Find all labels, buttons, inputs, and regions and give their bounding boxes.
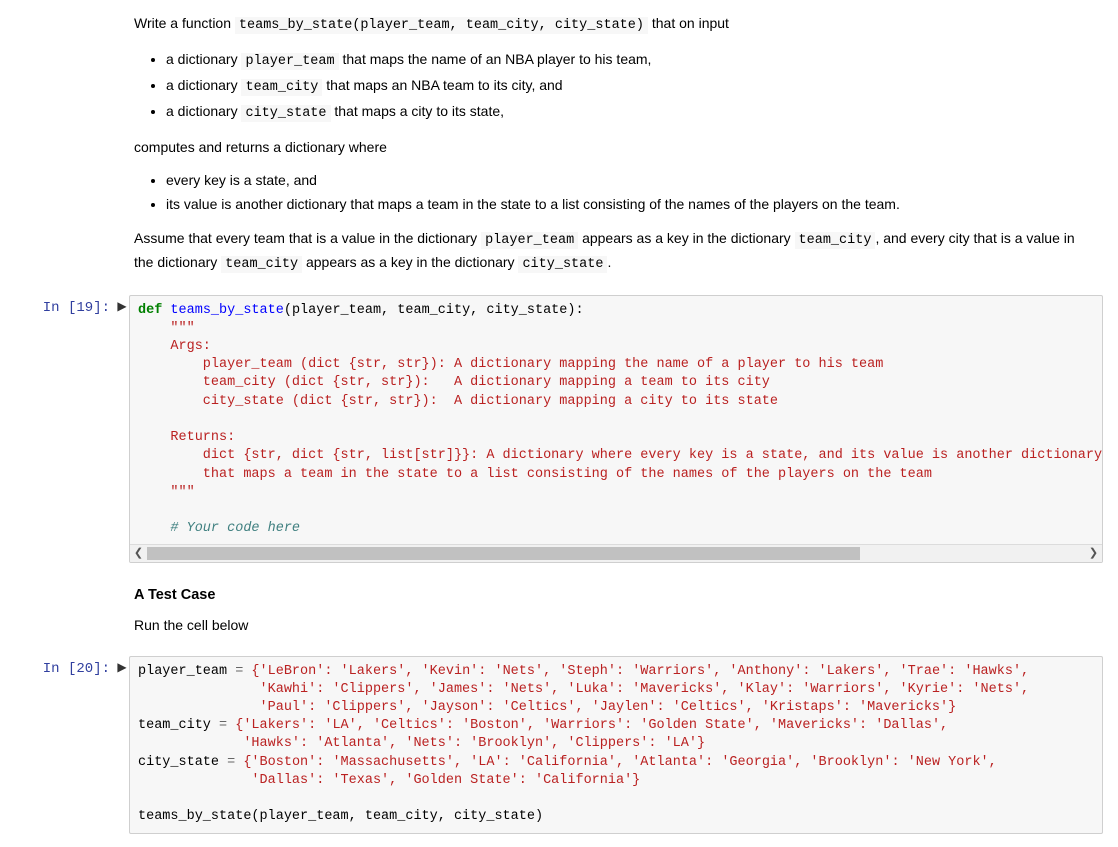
- output-list: every key is a state, and its value is a…: [134, 170, 1098, 215]
- docstring-line: team_city (dict {str, str}): A dictionar…: [138, 375, 770, 390]
- testcase-heading: A Test Case: [134, 584, 1098, 606]
- dict-literal: 'Kawhi': 'Clippers', 'James': 'Nets', 'L…: [138, 682, 1029, 697]
- list-item: its value is another dictionary that map…: [166, 194, 1098, 216]
- li-code: player_team: [241, 53, 338, 70]
- input-list: a dictionary player_team that maps the n…: [134, 49, 1098, 125]
- dict-literal: 'Dallas': 'Texas', 'Golden State': 'Cali…: [138, 773, 640, 788]
- markdown-cell-1: Write a function teams_by_state(player_t…: [15, 3, 1103, 290]
- list-item: a dictionary team_city that maps an NBA …: [166, 75, 1098, 99]
- scroll-thumb[interactable]: [147, 547, 860, 560]
- list-item: every key is a state, and: [166, 170, 1098, 192]
- empty-prompt: [15, 570, 115, 648]
- docstring-open: """: [138, 321, 195, 336]
- testcase-sub: Run the cell below: [134, 615, 1098, 637]
- var-name: team_city: [138, 718, 219, 733]
- p-code: team_city: [221, 256, 302, 273]
- dict-literal: 'Hawks': 'Atlanta', 'Nets': 'Brooklyn', …: [138, 736, 705, 751]
- var-name: city_state: [138, 755, 227, 770]
- p-text: Assume that every team that is a value i…: [134, 230, 481, 246]
- keyword-def: def: [138, 303, 162, 318]
- li-text: that maps a city to its state,: [331, 103, 505, 119]
- p-text: appears as a key in the dictionary: [302, 254, 518, 270]
- markdown-content-2: A Test Case Run the cell below: [129, 570, 1103, 648]
- code-cell-1: In [19]: ▶ def teams_by_state(player_tea…: [15, 293, 1103, 566]
- fn-name: teams_by_state: [170, 303, 283, 318]
- horizontal-scrollbar[interactable]: ❮ ❯: [130, 544, 1102, 562]
- dict-literal: {'Boston': 'Massachusetts', 'LA': 'Calif…: [235, 755, 997, 770]
- scroll-left-icon[interactable]: ❮: [130, 545, 147, 562]
- code-cell-2: In [20]: ▶ player_team = {'LeBron': 'Lak…: [15, 654, 1103, 836]
- list-item: a dictionary player_team that maps the n…: [166, 49, 1098, 73]
- dict-literal: 'Paul': 'Clippers', 'Jayson': 'Celtics',…: [138, 700, 956, 715]
- li-text: that maps the name of an NBA player to h…: [339, 51, 652, 67]
- docstring-line: dict {str, dict {str, list[str]}}: A dic…: [138, 448, 1102, 463]
- var-name: player_team: [138, 664, 235, 679]
- code-pre-2[interactable]: player_team = {'LeBron': 'Lakers', 'Kevi…: [130, 657, 1102, 833]
- computes-paragraph: computes and returns a dictionary where: [134, 137, 1098, 159]
- dict-literal: {'LeBron': 'Lakers', 'Kevin': 'Nets', 'S…: [243, 664, 1029, 679]
- markdown-cell-2: A Test Case Run the cell below: [15, 568, 1103, 650]
- intro-text-2: that on input: [648, 15, 729, 31]
- p-code: city_state: [518, 256, 607, 273]
- p-code: team_city: [795, 232, 876, 249]
- code-content-1[interactable]: def teams_by_state(player_team, team_cit…: [129, 295, 1103, 564]
- docstring-args: Args:: [138, 339, 211, 354]
- notebook-container: Write a function teams_by_state(player_t…: [0, 3, 1118, 847]
- scroll-track[interactable]: [147, 545, 1085, 562]
- dict-literal: {'Lakers': 'LA', 'Celtics': 'Boston', 'W…: [227, 718, 948, 733]
- fn-signature-inline: teams_by_state(player_team, team_city, c…: [235, 17, 648, 34]
- p-text: appears as a key in the dictionary: [578, 230, 794, 246]
- code-area-2[interactable]: player_team = {'LeBron': 'Lakers', 'Kevi…: [129, 656, 1103, 834]
- p-code: player_team: [481, 232, 578, 249]
- scroll-right-icon[interactable]: ❯: [1085, 545, 1102, 562]
- input-prompt: In [19]:: [15, 295, 115, 564]
- docstring-close: """: [138, 485, 195, 500]
- li-text: that maps an NBA team to its city, and: [322, 77, 562, 93]
- docstring-line: player_team (dict {str, str}): A diction…: [138, 357, 883, 372]
- sig-rest: (player_team, team_city, city_state):: [284, 303, 584, 318]
- intro-paragraph: Write a function teams_by_state(player_t…: [134, 13, 1098, 37]
- intro-text-1: Write a function: [134, 15, 235, 31]
- assume-paragraph: Assume that every team that is a value i…: [134, 228, 1098, 276]
- empty-indicator: [115, 570, 129, 648]
- list-item: a dictionary city_state that maps a city…: [166, 101, 1098, 125]
- li-code: city_state: [241, 105, 330, 122]
- run-indicator-icon[interactable]: ▶: [115, 295, 129, 564]
- li-text: a dictionary: [166, 77, 241, 93]
- code-pre-1[interactable]: def teams_by_state(player_team, team_cit…: [130, 296, 1102, 545]
- input-prompt: In [20]:: [15, 656, 115, 834]
- code-area-1[interactable]: def teams_by_state(player_team, team_cit…: [129, 295, 1103, 564]
- fn-call: teams_by_state(player_team, team_city, c…: [138, 809, 543, 824]
- code-content-2[interactable]: player_team = {'LeBron': 'Lakers', 'Kevi…: [129, 656, 1103, 834]
- docstring-returns: Returns:: [138, 430, 235, 445]
- run-indicator-icon[interactable]: ▶: [115, 656, 129, 834]
- li-code: team_city: [241, 79, 322, 96]
- docstring-line: city_state (dict {str, str}): A dictiona…: [138, 394, 778, 409]
- p-text: .: [607, 254, 611, 270]
- docstring-line: that maps a team in the state to a list …: [138, 467, 932, 482]
- empty-prompt: [15, 5, 115, 288]
- comment-line: # Your code here: [138, 521, 300, 536]
- eq-op: =: [219, 718, 227, 733]
- empty-indicator: [115, 5, 129, 288]
- li-text: a dictionary: [166, 103, 241, 119]
- markdown-content-1: Write a function teams_by_state(player_t…: [129, 5, 1103, 288]
- li-text: a dictionary: [166, 51, 241, 67]
